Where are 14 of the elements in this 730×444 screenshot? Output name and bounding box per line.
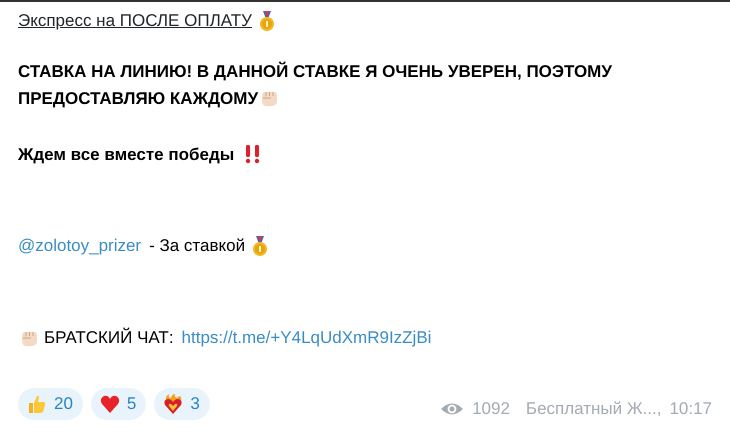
reaction-button[interactable]: 20 bbox=[18, 388, 83, 420]
title-link[interactable]: Экспресс на ПОСЛЕ ОПЛАТУ bbox=[18, 8, 252, 34]
cheer-text: Ждем все вместе победы bbox=[18, 144, 234, 166]
chat-link[interactable]: https://t.me/+Y4LqUdXmR9IzZjBi bbox=[182, 324, 432, 350]
mention-link[interactable]: @zolotoy_prizer bbox=[18, 233, 142, 258]
mention-text: - За ставкой bbox=[149, 235, 246, 257]
view-count: 1092 bbox=[472, 398, 510, 420]
reaction-button[interactable]: 5 bbox=[90, 388, 146, 420]
headline-text: СТАВКА НА ЛИНИЮ! В ДАННОЙ СТАВКЕ Я ОЧЕНЬ УВЕРЕН, ПОЭТОМУ ПРЕДОСТАВЛЯЮ КАЖДОМУ bbox=[18, 60, 613, 110]
author-name: Бесплатный Ж..., bbox=[526, 398, 662, 420]
chat-label: БРАТСКИЙ ЧАТ: bbox=[44, 326, 174, 348]
message-time: 10:17 bbox=[669, 398, 712, 420]
reaction-button[interactable]: 3 bbox=[154, 388, 210, 420]
burning-heart-icon bbox=[162, 392, 184, 415]
